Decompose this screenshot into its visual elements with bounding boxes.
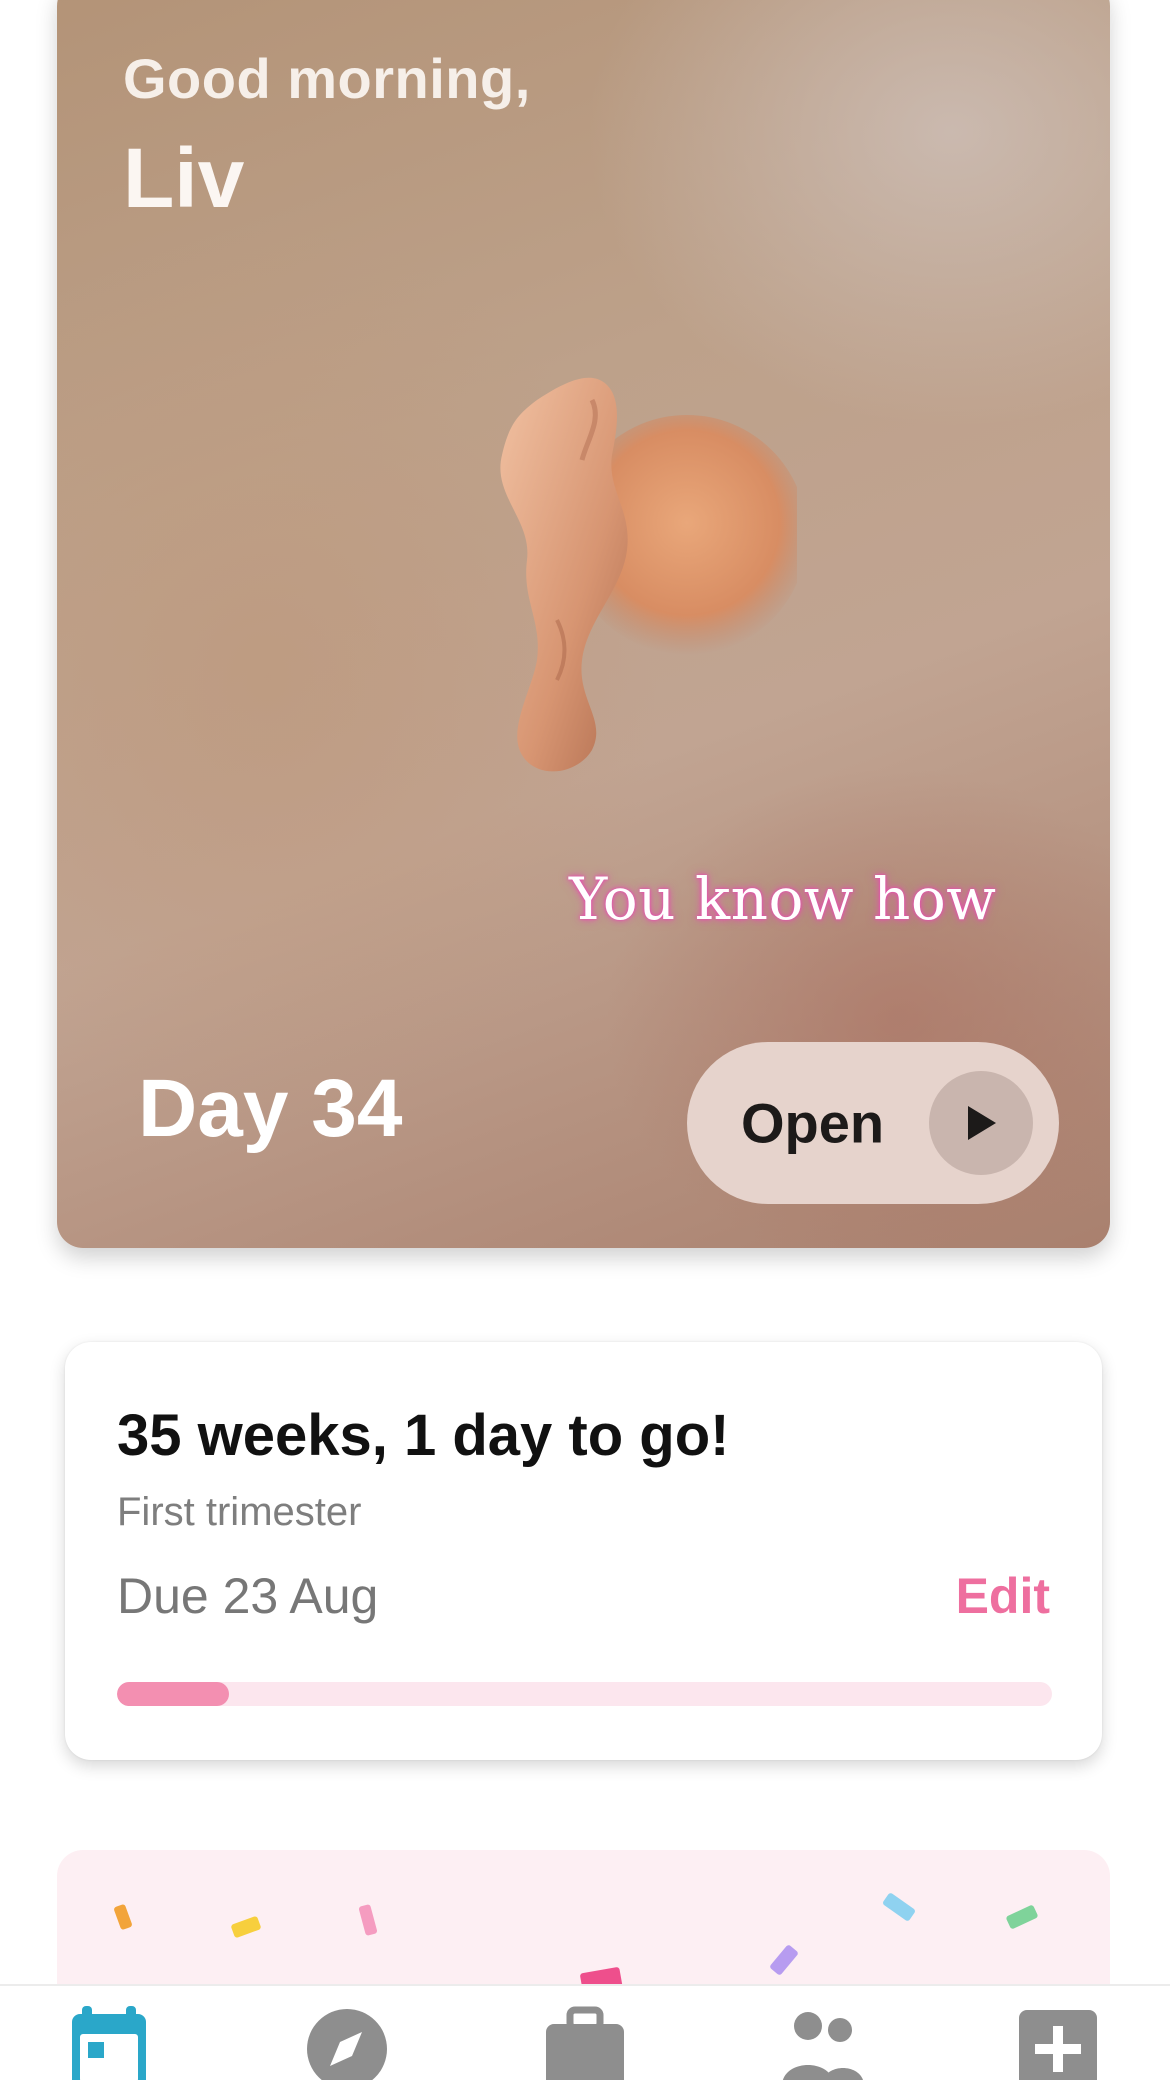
- play-icon: [929, 1071, 1033, 1175]
- nav-explore[interactable]: [302, 2004, 392, 2080]
- app-screen: Good morning, Liv You know how Day 34 Op…: [0, 0, 1170, 2080]
- daily-hero-card[interactable]: Good morning, Liv You know how Day 34 Op…: [57, 0, 1110, 1248]
- nav-community[interactable]: [778, 2004, 868, 2080]
- confetti-piece: [881, 1892, 917, 1922]
- confetti-piece: [113, 1903, 133, 1931]
- open-button-label: Open: [741, 1091, 885, 1155]
- confetti-piece: [1005, 1904, 1039, 1930]
- bottom-navigation: [0, 1984, 1170, 2080]
- progress-fill: [117, 1682, 230, 1706]
- edit-button[interactable]: Edit: [956, 1567, 1050, 1625]
- nav-more[interactable]: [1013, 2004, 1103, 2080]
- greeting-text: Good morning,: [123, 47, 531, 110]
- compass-icon: [307, 2009, 387, 2080]
- user-name: Liv: [123, 131, 245, 225]
- plus-square-icon: [1019, 2010, 1097, 2080]
- calendar-icon: [72, 2006, 146, 2080]
- briefcase-icon: [546, 2006, 624, 2080]
- confetti-piece: [768, 1944, 800, 1976]
- pregnancy-progress-bar: [117, 1682, 1052, 1706]
- nav-calendar[interactable]: [64, 2004, 154, 2080]
- open-button[interactable]: Open: [687, 1042, 1059, 1204]
- nav-bag[interactable]: [540, 2004, 630, 2080]
- trimester-label: First trimester: [117, 1490, 362, 1534]
- video-caption: You know how: [569, 865, 997, 933]
- pregnancy-progress-card[interactable]: 35 weeks, 1 day to go! First trimester D…: [65, 1342, 1102, 1760]
- embryo-illustration: [500, 377, 797, 772]
- confetti-piece: [230, 1915, 262, 1939]
- day-label: Day 34: [138, 1063, 403, 1154]
- due-date: Due 23 Aug: [117, 1568, 379, 1624]
- weeks-remaining-title: 35 weeks, 1 day to go!: [117, 1403, 730, 1468]
- people-icon: [783, 2012, 863, 2080]
- confetti-piece: [358, 1903, 378, 1937]
